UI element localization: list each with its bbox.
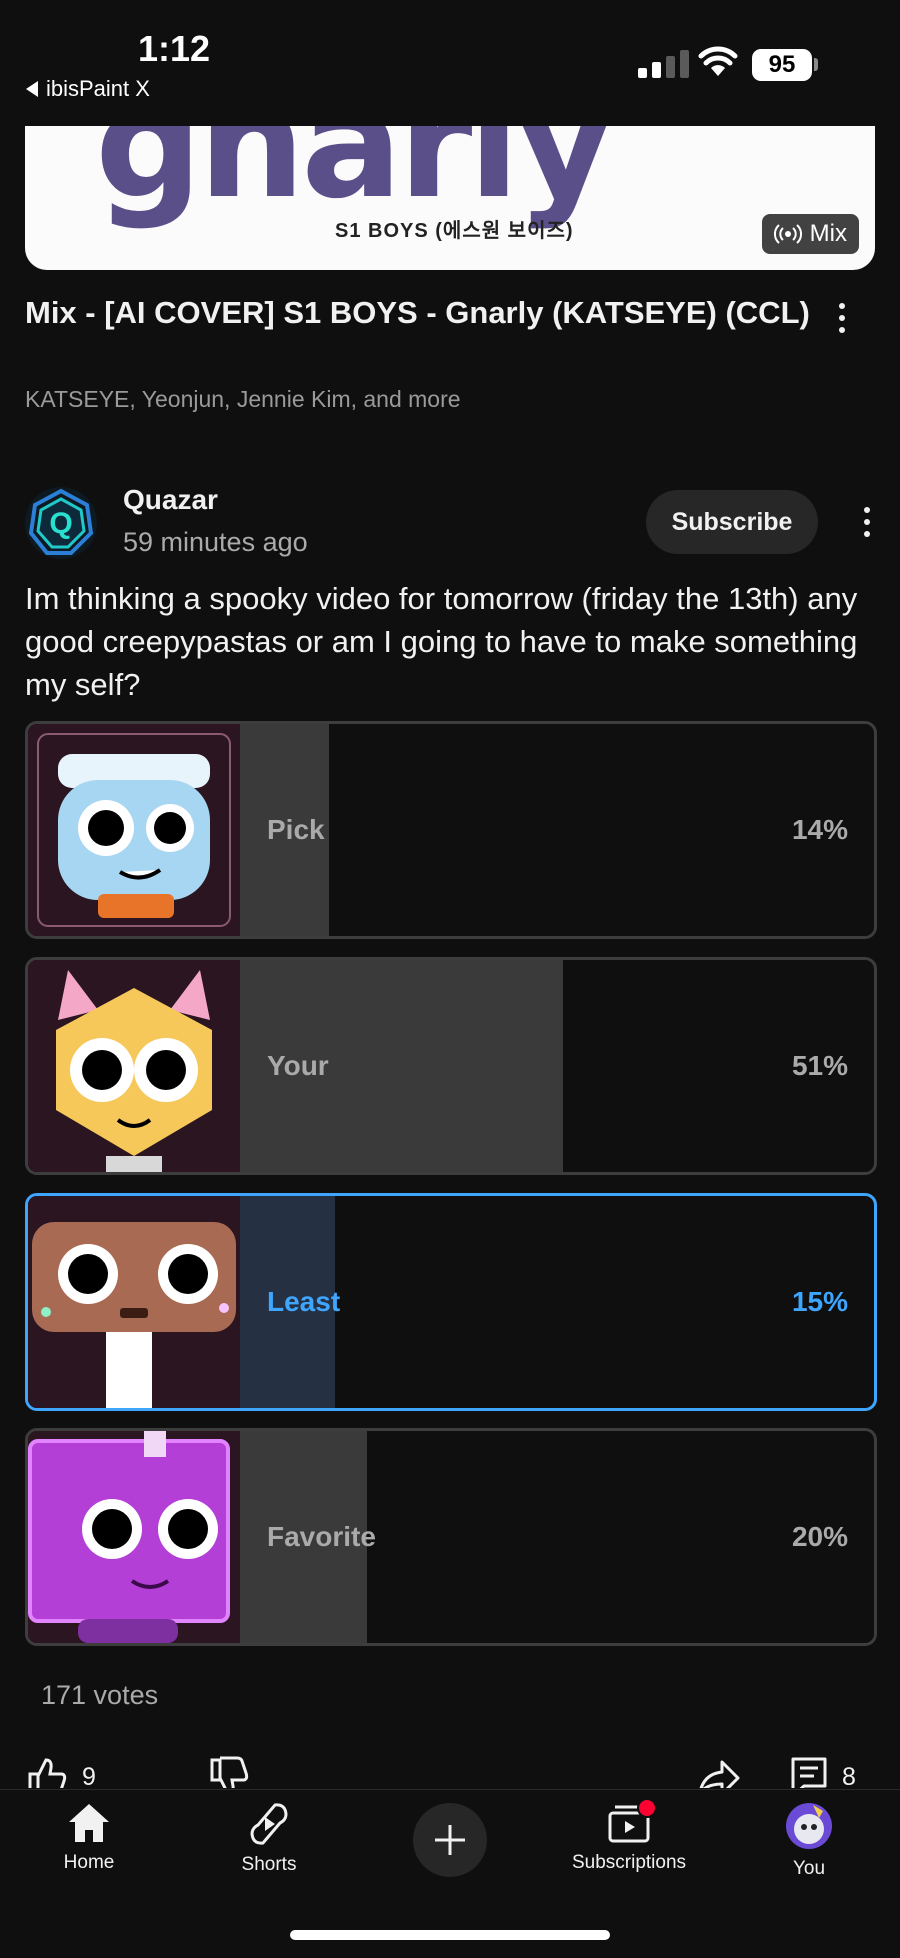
yellow-cat-character-icon [28,960,240,1172]
post-text: Im thinking a spooky video for tomorrow … [25,581,858,702]
video-more-icon[interactable] [839,303,845,333]
subscribe-button[interactable]: Subscribe [646,490,818,554]
plus-icon [435,1825,465,1855]
poll-option-percent: 15% [791,1286,848,1317]
thumbs-down-icon [210,1756,249,1788]
poll-option[interactable]: Favorite 20% [25,1428,877,1646]
poll-option-label: Favorite [267,1521,376,1552]
purple-box-character-icon [28,1431,240,1643]
channel-avatar[interactable]: Q [25,487,97,559]
battery-tip [814,58,818,71]
broadcast-icon [773,224,802,244]
share-icon [699,1760,740,1788]
comment-icon [791,1757,827,1788]
nav-shorts-label: Shorts [241,1854,297,1875]
poll-option-percent: 14% [791,814,848,845]
nav-subscriptions[interactable]: Subscriptions [554,1798,704,1874]
share-button[interactable] [696,1756,740,1788]
comment-count: 8 [842,1762,856,1789]
back-to-app-link[interactable]: ibisPaint X [26,76,150,102]
shorts-icon [250,1803,288,1845]
nav-shorts[interactable]: Shorts [194,1802,344,1876]
poll-option-label: Least [267,1286,341,1317]
video-subtitle: KATSEYE, Yeonjun, Jennie Kim, and more [25,386,461,412]
nav-home-label: Home [63,1852,115,1873]
home-indicator[interactable] [290,1930,610,1940]
poll-vote-count: 171 votes [41,1680,159,1710]
poll-option-selected[interactable]: Least 15% [25,1193,877,1411]
nav-home[interactable]: Home [14,1802,164,1874]
post-time: 59 minutes ago [123,527,308,557]
nav-you-label: You [792,1858,826,1879]
status-time: 1:12 [138,28,211,69]
user-avatar-icon [786,1803,832,1849]
video-thumbnail[interactable]: gnarly S1 BOYS (에스원 보이즈) Mix [25,126,875,270]
poll-option-percent: 20% [791,1521,848,1552]
post-actions: 9 8 [0,1748,900,1788]
poll-option[interactable]: Your 51% [25,957,877,1175]
battery-indicator: 95 [752,49,812,81]
thumbs-up-icon [28,1758,67,1788]
notification-dot-icon [637,1798,657,1818]
poll-option-label: Pick [267,814,325,845]
cellular-signal-icon [638,50,689,78]
back-arrow-icon [26,81,38,97]
poll-option-label: Your [267,1050,329,1081]
quazar-logo-icon: Q [28,488,94,555]
like-button[interactable]: 9 [26,1756,96,1788]
poll-option-percent: 51% [791,1050,848,1081]
brown-character-icon [28,1196,240,1408]
wifi-icon [698,46,738,76]
subscriptions-icon-wrap [607,1798,657,1844]
mix-badge-label: Mix [809,220,847,247]
poll-option[interactable]: Pick 14% [25,721,877,939]
nav-you[interactable]: You [734,1802,884,1880]
dislike-button[interactable] [208,1756,250,1788]
blue-cartoon-character-icon [28,724,240,936]
thumbnail-subtitle: S1 BOYS (에스원 보이즈) [335,220,574,242]
post-author[interactable]: Quazar [123,484,218,516]
post-more-icon[interactable] [864,507,870,537]
svg-text:Q: Q [49,507,72,540]
comments-button[interactable]: 8 [790,1756,856,1788]
video-title[interactable]: Mix - [AI COVER] S1 BOYS - Gnarly (KATSE… [25,292,815,333]
mix-badge: Mix [761,214,859,254]
home-icon [69,1804,109,1842]
nav-subscriptions-label: Subscriptions [571,1852,687,1873]
like-count: 9 [82,1762,96,1789]
create-button[interactable] [413,1803,487,1877]
status-bar: 1:12 ibisPaint X 95 [0,0,900,120]
back-app-label: ibisPaint X [46,76,150,101]
